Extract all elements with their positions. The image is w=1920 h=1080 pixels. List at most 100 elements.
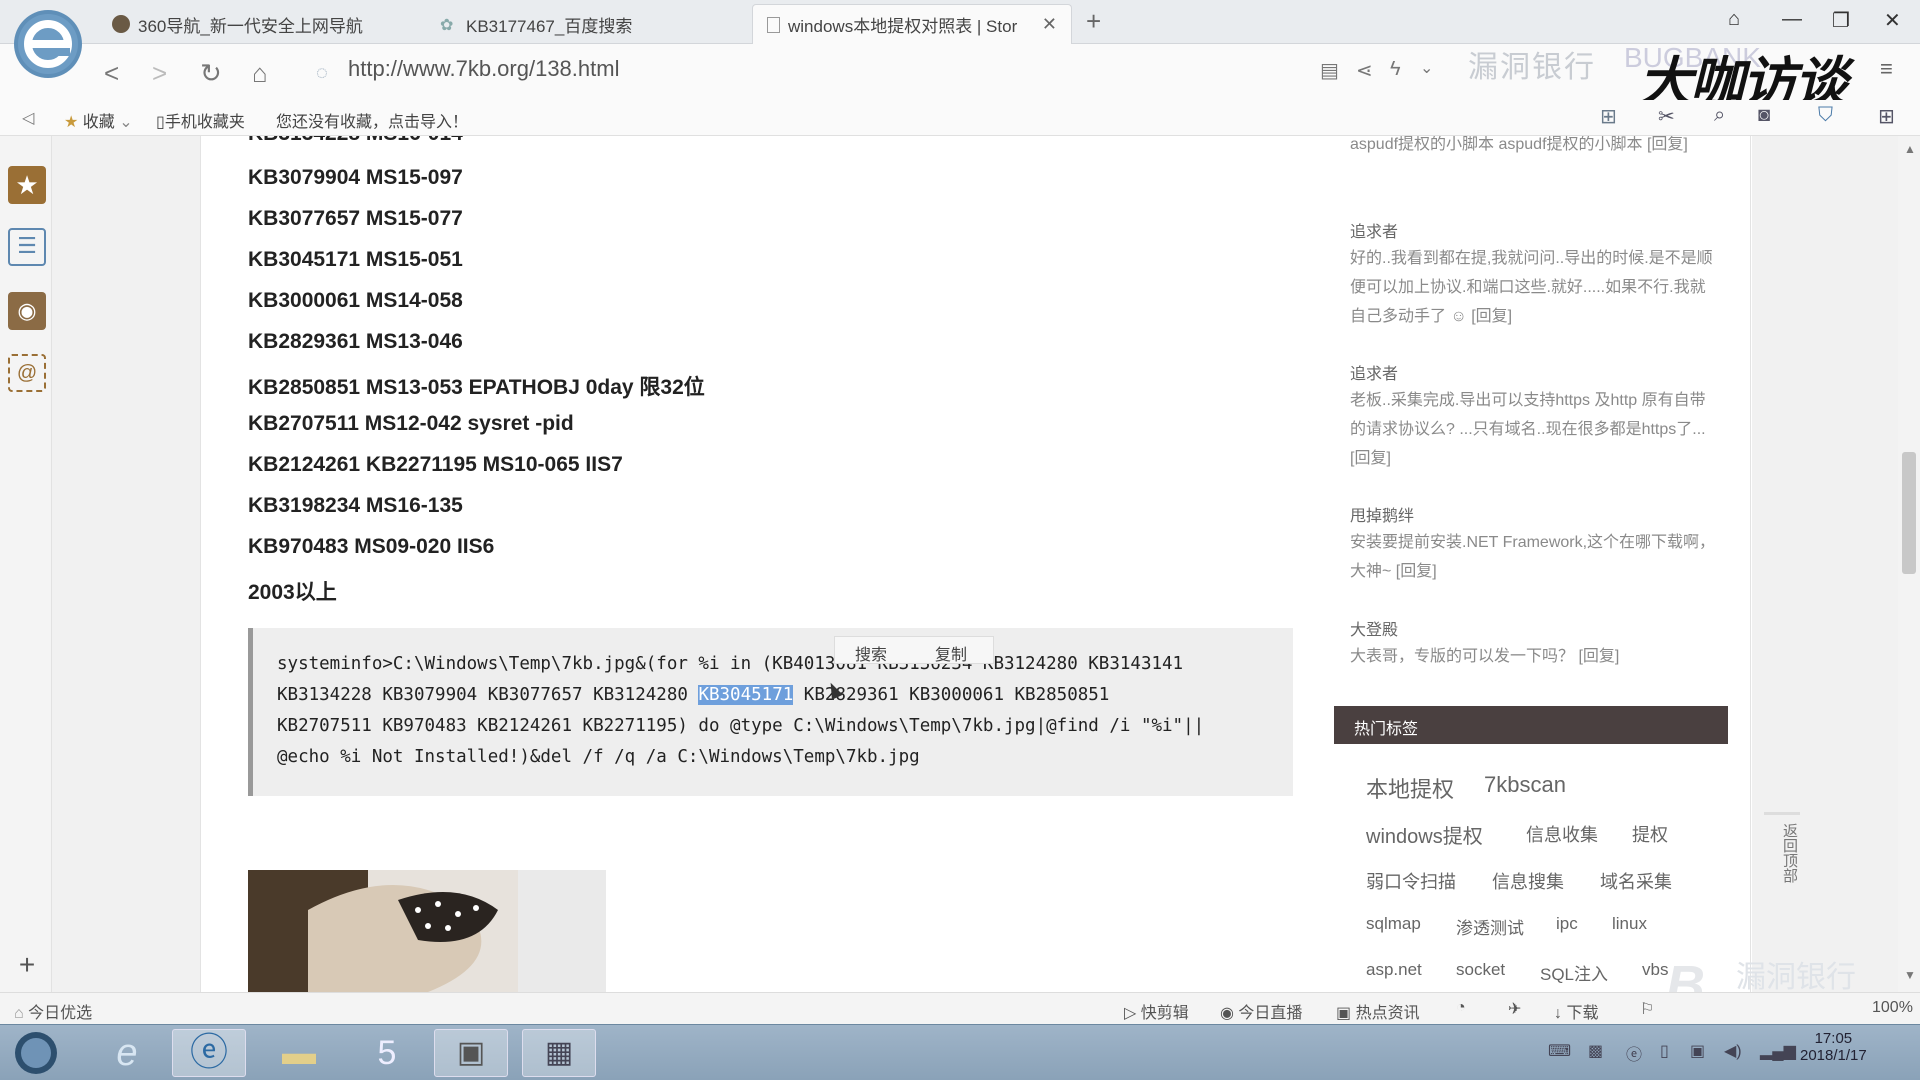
chevron-down-icon[interactable]: ⌄ <box>1420 58 1433 78</box>
quick-clip-button[interactable]: ▷ 快剪辑 <box>1124 999 1189 1023</box>
tag-link[interactable]: 信息收集 <box>1526 821 1598 847</box>
code-line: KB2707511 KB970483 KB2124261 KB2271195) … <box>277 716 1205 736</box>
app-5-icon[interactable]: 5 <box>350 1029 424 1077</box>
download-button[interactable]: ↓ 下载 <box>1554 999 1598 1023</box>
tray-keyboard-icon[interactable]: ⌨ <box>1548 1041 1571 1061</box>
windows-taskbar: e ⓔ ▬ 5 ▣ ▦ ⌨ ▩ ⓔ ▯ ▣ ◀) ▂▄▆ <box>0 1024 1920 1080</box>
vertical-scrollbar[interactable]: ▲ ▼ <box>1898 136 1920 992</box>
favorites-menu[interactable]: ★ 收藏 ⌄ <box>64 108 133 132</box>
tab-baidu-search[interactable]: ✿ KB3177467_百度搜索 <box>426 4 746 44</box>
browser-logo-icon[interactable] <box>14 10 82 78</box>
tag-link[interactable]: asp.net <box>1366 960 1422 980</box>
screenshot-icon[interactable]: ⊞ <box>1600 104 1617 129</box>
import-hint[interactable]: 您还没有收藏，点击导入！ <box>276 108 468 132</box>
address-input[interactable]: http://www.7kb.org/138.html <box>348 56 619 82</box>
tag-link[interactable]: 7kbscan <box>1484 772 1566 798</box>
tag-link[interactable]: windows提权 <box>1366 820 1483 849</box>
reading-list-icon[interactable]: ☰ <box>8 228 46 266</box>
tray-flag-icon[interactable]: ▯ <box>1660 1041 1669 1061</box>
search-selection-button[interactable]: 搜索 <box>855 641 887 665</box>
download-arrow-icon: ↓ <box>1554 1005 1562 1022</box>
tag-link[interactable]: linux <box>1612 914 1647 934</box>
forward-arrow-icon[interactable]: > <box>152 58 167 89</box>
at-mail-icon[interactable]: @ <box>8 354 46 392</box>
tag-link[interactable]: sqlmap <box>1366 914 1421 934</box>
comment-author[interactable]: 大登殿 <box>1350 616 1398 640</box>
back-to-top-button[interactable]: 返回顶部 <box>1764 812 1800 912</box>
tray-network-icon[interactable]: ▩ <box>1588 1041 1603 1061</box>
tray-browser-icon[interactable]: ⓔ <box>1626 1041 1642 1065</box>
zoom-search-icon[interactable]: ⌕ <box>1714 104 1725 127</box>
apps-grid-icon[interactable]: ⊞ <box>1878 104 1895 129</box>
360-browser-taskbar-icon[interactable]: ⓔ <box>172 1029 246 1077</box>
today-picks[interactable]: ⌂ 今日优选 <box>14 999 92 1023</box>
gift-icon: ⌂ <box>14 1005 24 1022</box>
comment-author[interactable]: 甩掉鹅绊 <box>1350 502 1414 526</box>
speedup-icon[interactable]: ◔ <box>1456 999 1466 1017</box>
scroll-down-arrow-icon[interactable]: ▼ <box>1904 968 1916 982</box>
remote-desktop-icon[interactable]: ▦ <box>522 1029 596 1077</box>
hot-news-button[interactable]: ▣ 热点资讯 <box>1336 999 1420 1023</box>
add-icon[interactable]: + <box>8 946 46 984</box>
ie-browser-icon[interactable]: e <box>90 1029 164 1077</box>
tag-link[interactable]: 弱口令扫描 <box>1366 868 1456 894</box>
tag-link[interactable]: 域名采集 <box>1600 868 1672 894</box>
tag-link[interactable]: ipc <box>1556 914 1578 934</box>
selected-text[interactable]: KB3045171 <box>698 685 794 705</box>
copy-selection-button[interactable]: 复制 <box>935 641 967 665</box>
tab-360-nav[interactable]: 360导航_新一代安全上网导航 <box>98 4 418 44</box>
lightning-icon[interactable]: ϟ <box>1390 58 1401 81</box>
share-icon[interactable]: ⋖ <box>1356 58 1373 83</box>
tag-link[interactable]: 渗透测试 <box>1456 914 1524 939</box>
sidebar-toggle-icon[interactable]: ◁ <box>22 108 34 128</box>
file-explorer-icon[interactable]: ▬ <box>262 1029 336 1077</box>
favorites-star-icon[interactable]: ★ <box>8 166 46 204</box>
tag-link[interactable]: 提权 <box>1632 821 1668 847</box>
home-icon[interactable]: ⌂ <box>252 58 268 89</box>
new-tab-button[interactable]: + <box>1086 6 1101 37</box>
tag-link[interactable]: 信息搜集 <box>1492 868 1564 894</box>
today-picks-label: 今日优选 <box>28 1005 93 1022</box>
zoom-level[interactable]: 100% <box>1872 999 1913 1017</box>
comment-author[interactable]: 追求者 <box>1350 360 1398 384</box>
code-block[interactable]: systeminfo>C:\Windows\Temp\7kb.jpg&(for … <box>248 628 1293 796</box>
flag-icon[interactable]: ⚐ <box>1640 999 1654 1019</box>
start-orb-icon[interactable] <box>6 1029 66 1077</box>
restore-icon[interactable]: ❐ <box>1832 8 1850 33</box>
presentation-app-icon[interactable]: ▣ <box>434 1029 508 1077</box>
scissors-icon[interactable]: ✂ <box>1658 104 1675 129</box>
tray-signal-icon[interactable]: ▂▄▆ <box>1760 1041 1796 1061</box>
watermark-brand: 漏洞银行 <box>1468 51 1596 84</box>
comment-author[interactable]: 追求者 <box>1350 218 1398 242</box>
close-window-icon[interactable]: ✕ <box>1884 8 1901 33</box>
scroll-up-arrow-icon[interactable]: ▲ <box>1904 142 1916 156</box>
pin-icon[interactable]: ✈ <box>1508 999 1521 1019</box>
tag-link[interactable]: SQL注入 <box>1540 960 1608 985</box>
minimize-icon[interactable]: — <box>1782 8 1802 31</box>
back-arrow-icon[interactable]: < <box>104 58 119 89</box>
live-button[interactable]: ◉ 今日直播 <box>1220 999 1302 1023</box>
reader-mode-icon[interactable]: ▤ <box>1320 58 1339 83</box>
phone-icon: ▯ <box>156 114 165 131</box>
mobile-favorites[interactable]: ▯手机收藏夹 <box>156 108 245 132</box>
menu-icon[interactable]: ≡ <box>1880 56 1893 82</box>
tab-windows-privesc[interactable]: windows本地提权对照表 | Stor ✕ <box>752 4 1072 44</box>
star-home-icon: ★ <box>64 114 79 131</box>
scroll-thumb[interactable] <box>1902 452 1916 574</box>
refresh-icon[interactable]: ↻ <box>200 58 222 89</box>
shield-icon[interactable]: ⛉ <box>1818 104 1833 127</box>
taskbar-clock[interactable]: 17:05 2018/1/17 <box>1800 1030 1867 1064</box>
tag-link[interactable]: socket <box>1456 960 1505 980</box>
gamepad-icon[interactable]: ◙ <box>1758 104 1770 127</box>
shirt-skin-icon[interactable]: ⌂ <box>1728 8 1740 31</box>
tag-link[interactable]: vbs <box>1642 960 1668 980</box>
tag-link[interactable]: 本地提权 <box>1366 772 1454 804</box>
eye-icon[interactable]: ◉ <box>8 292 46 330</box>
kb-item: KB3077657 MS15-077 <box>248 207 463 230</box>
close-tab-icon[interactable]: ✕ <box>1042 14 1057 35</box>
kb-item: KB3079904 MS15-097 <box>248 166 463 189</box>
tray-volume-icon[interactable]: ◀) <box>1724 1041 1742 1061</box>
code-line: KB3134228 KB3079904 KB3077657 KB3124280 … <box>277 685 1109 705</box>
article-image <box>248 870 606 992</box>
tray-display-icon[interactable]: ▣ <box>1690 1041 1705 1061</box>
